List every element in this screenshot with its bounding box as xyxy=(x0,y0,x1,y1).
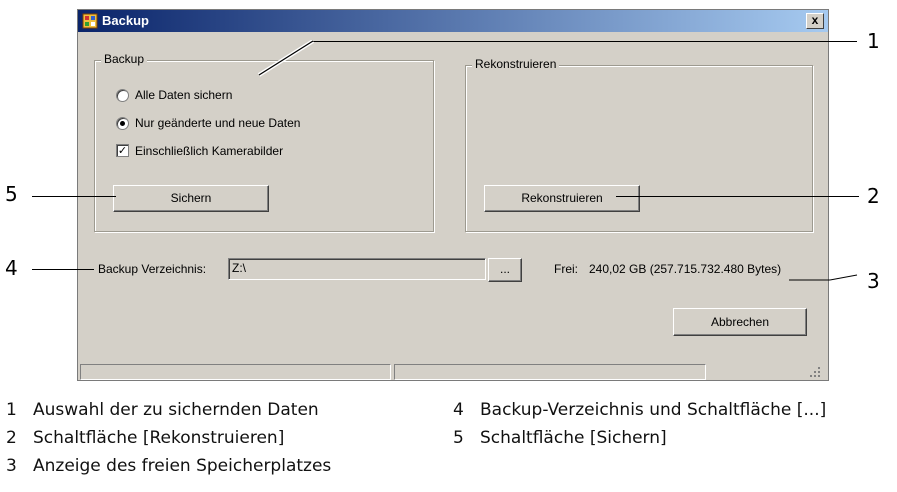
callout-3-line xyxy=(789,274,858,281)
callout-1: 1 xyxy=(867,29,880,53)
directory-input[interactable]: Z:\ xyxy=(228,258,486,280)
cancel-button[interactable]: Abbrechen xyxy=(673,308,807,336)
legend-text: Anzeige des freien Speicherplatzes xyxy=(33,456,332,476)
free-space-label: Frei: xyxy=(554,262,578,276)
legend-text: Backup-Verzeichnis und Schaltfläche [...… xyxy=(480,400,827,420)
restore-group-title: Rekonstruieren xyxy=(472,57,560,71)
legend-item-3: 3 Anzeige des freien Speicherplatzes xyxy=(6,456,331,476)
callout-5: 5 xyxy=(5,182,18,206)
callout-2-line xyxy=(616,196,859,197)
callout-2: 2 xyxy=(867,184,880,208)
legend-num: 1 xyxy=(6,400,17,420)
status-panel-left xyxy=(80,364,391,380)
legend-text: Schaltfläche [Rekonstruieren] xyxy=(33,428,285,448)
legend-item-5: 5 Schaltfläche [Sichern] xyxy=(453,428,667,448)
legend-text: Schaltfläche [Sichern] xyxy=(480,428,667,448)
radio-changed-data-label: Nur geänderte und neue Daten xyxy=(135,116,301,130)
legend-item-4: 4 Backup-Verzeichnis und Schaltfläche [..… xyxy=(453,400,826,420)
include-camera-label: Einschließlich Kamerabilder xyxy=(135,144,284,158)
title-bar[interactable]: Backup x xyxy=(78,10,828,32)
legend-item-2: 2 Schaltfläche [Rekonstruieren] xyxy=(6,428,284,448)
free-space-value: 240,02 GB (257.715.732.480 Bytes) xyxy=(589,262,782,276)
legend-num: 3 xyxy=(6,456,17,476)
callout-4: 4 xyxy=(5,256,18,280)
close-button[interactable]: x xyxy=(806,13,824,29)
include-camera-checkbox[interactable]: ✓ xyxy=(116,144,129,157)
radio-all-data-label: Alle Daten sichern xyxy=(135,88,233,102)
callout-4-line xyxy=(32,269,94,270)
save-button[interactable]: Sichern xyxy=(113,185,269,212)
backup-window: Backup x Backup Alle Daten sichern Nur g… xyxy=(77,9,829,381)
app-icon xyxy=(82,13,98,29)
legend-text: Auswahl der zu sichernden Daten xyxy=(33,400,319,420)
legend-num: 2 xyxy=(6,428,17,448)
radio-changed-data[interactable] xyxy=(116,117,129,130)
status-panel-right xyxy=(394,364,706,380)
callout-1-diagonal xyxy=(257,40,315,77)
resize-grip-icon[interactable] xyxy=(808,366,822,378)
callout-1-line xyxy=(312,41,857,42)
legend-num: 5 xyxy=(453,428,464,448)
radio-selected-dot xyxy=(120,121,125,126)
directory-label: Backup Verzeichnis: xyxy=(98,262,207,276)
callout-5-line xyxy=(32,196,116,197)
browse-button[interactable]: ... xyxy=(488,258,522,282)
callout-3: 3 xyxy=(867,269,880,293)
restore-button[interactable]: Rekonstruieren xyxy=(484,185,640,212)
legend-item-1: 1 Auswahl der zu sichernden Daten xyxy=(6,400,319,420)
window-title: Backup xyxy=(102,13,149,28)
radio-all-data[interactable] xyxy=(116,89,129,102)
legend-num: 4 xyxy=(453,400,464,420)
backup-group-title: Backup xyxy=(101,52,148,66)
